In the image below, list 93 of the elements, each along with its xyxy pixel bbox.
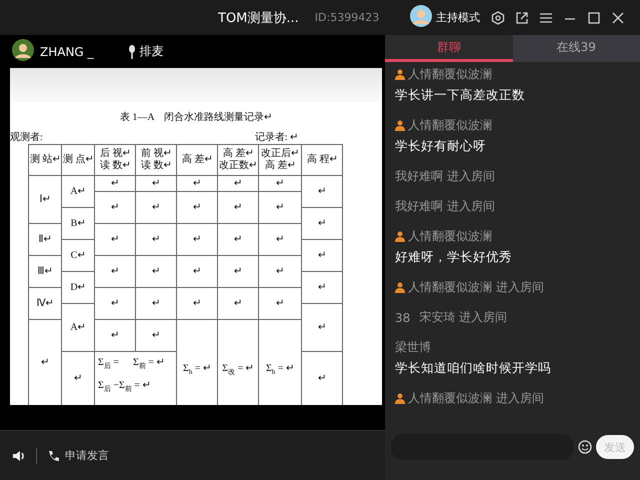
- settings-icon[interactable]: [491, 10, 505, 24]
- emoji-icon[interactable]: [578, 440, 592, 454]
- column-header: 改正后↵ 高 差↵: [259, 145, 301, 175]
- column-header: 高 差↵: [177, 145, 217, 175]
- microphone-icon: [128, 44, 136, 58]
- sum-formula: Σ$_{h}$ = ↵: [183, 363, 211, 378]
- table-cell: Ⅳ↵: [29, 288, 61, 319]
- table-cell: ↵: [95, 192, 135, 223]
- column-header: 测 站↵: [29, 145, 61, 175]
- table-cell: ↵: [136, 192, 176, 223]
- table-cell: ↵: [259, 256, 301, 287]
- table-cell: ↵: [218, 256, 258, 287]
- join-notice: 我好难啊 进入房间: [395, 198, 495, 215]
- table-cell: ↵: [302, 352, 342, 405]
- table-cell: ↵: [136, 176, 176, 191]
- sum-formula: Σ$_{后}$ −Σ$_{前}$ = ↵: [98, 379, 150, 395]
- chat-message: 学长好有耐心呀: [395, 138, 487, 155]
- table-cell: ↵: [177, 288, 217, 319]
- table-cell: ↵: [218, 288, 258, 319]
- table-cell: ↵: [95, 288, 135, 319]
- level-label: 38: [395, 310, 410, 324]
- table-cell: ↵: [136, 320, 176, 351]
- user-avatar-icon: [12, 39, 34, 64]
- table-cell: Ⅰ↵: [29, 176, 61, 223]
- sender-name: 人情翻覆似波澜: [408, 117, 492, 134]
- chat-tab[interactable]: 群聊: [385, 35, 512, 62]
- chat-tab[interactable]: 在线39: [512, 35, 640, 62]
- table-cell: ↵: [302, 240, 342, 271]
- table-cell: ↵: [136, 224, 176, 255]
- chat-message: 好难呀，学长好优秀: [395, 249, 513, 266]
- host-mode-label: 主持模式: [436, 10, 480, 25]
- room-id: ID:5399423: [314, 11, 380, 24]
- join-notice: 我好难啊 进入房间: [395, 168, 495, 185]
- join-notice: 人情翻覆似波澜 进入房间: [408, 390, 544, 407]
- column-header: 前 视↵ 读 数↵: [136, 145, 176, 175]
- table-cell: A↵: [62, 176, 94, 207]
- share-icon[interactable]: [515, 10, 529, 24]
- table-cell: B↵: [62, 208, 94, 239]
- table-cell: Ⅲ↵: [29, 256, 61, 287]
- table-cell: ↵: [218, 176, 258, 191]
- sum-formula: Σ$_{改}$ = ↵: [222, 363, 254, 378]
- speaker-icon[interactable]: [12, 448, 26, 462]
- close-icon[interactable]: [611, 10, 625, 24]
- request-speak-button[interactable]: 申请发言: [47, 448, 109, 463]
- table-cell: ↵: [136, 256, 176, 287]
- sum-formula: Σ$_{前}$ = ↵: [132, 356, 164, 372]
- table-cell: D↵: [62, 272, 94, 303]
- table-cell: ↵: [259, 192, 301, 223]
- join-notice: 宋安琦 进入房间: [419, 309, 508, 326]
- column-header: 高 差↵ 改正数↵: [218, 145, 258, 175]
- table-cell: ↵: [218, 224, 258, 255]
- table-cell: A↵: [62, 304, 94, 351]
- table-cell: ↵: [95, 176, 135, 191]
- table-cell: ↵: [62, 352, 94, 405]
- document-title: 表 1—A 闭合水准路线测量记录↵: [118, 110, 274, 124]
- table-cell: ↵: [302, 304, 342, 351]
- table-cell: ↵: [259, 224, 301, 255]
- table-cell: ↵: [95, 320, 135, 351]
- sum-formula: Σ$_{h}$ = ↵: [266, 363, 294, 378]
- queue-button[interactable]: 排麦: [128, 43, 164, 60]
- observer-label: 观测者:: [10, 130, 43, 144]
- table-cell: Ⅱ↵: [29, 224, 61, 255]
- sender-name: 人情翻覆似波澜: [408, 66, 492, 83]
- table-cell: ↵: [302, 208, 342, 239]
- table-cell: ↵: [95, 224, 135, 255]
- join-notice: 人情翻覆似波澜 进入房间: [408, 279, 544, 296]
- table-cell: ↵: [302, 176, 342, 207]
- table-cell: ↵: [302, 272, 342, 303]
- room-title: TOM测量协...: [218, 10, 299, 26]
- table-cell: ↵: [177, 224, 217, 255]
- sender-name: 梁世博: [395, 339, 431, 356]
- table-cell: ↵: [136, 288, 176, 319]
- column-header: 后 视↵ 读 数↵: [95, 145, 135, 175]
- table-cell: ↵: [259, 176, 301, 191]
- table-cell: ↵: [218, 192, 258, 223]
- table-cell: ↵: [177, 192, 217, 223]
- table-cell: C↵: [62, 240, 94, 271]
- maximize-icon[interactable]: [587, 10, 601, 24]
- sender-name: 人情翻覆似波澜: [408, 228, 492, 245]
- phone-icon: [47, 448, 61, 462]
- table-cell: ↵: [259, 288, 301, 319]
- table-cell: ↵: [177, 256, 217, 287]
- table-cell: ↵: [177, 176, 217, 191]
- recorder-label: 记录者: ↵: [254, 130, 298, 144]
- table-cell: ↵: [29, 320, 61, 405]
- table-cell: ↵: [95, 256, 135, 287]
- chat-message: 学长知道咱们啥时候开学吗: [395, 360, 552, 377]
- menu-icon[interactable]: [539, 10, 553, 24]
- sum-formula: Σ$_{后}$ =: [98, 356, 119, 372]
- column-header: 高 程↵: [302, 145, 342, 175]
- column-header: 测 点↵: [62, 145, 94, 175]
- chat-message: 学长讲一下高差改正数: [395, 87, 526, 104]
- presenter-name: ZHANG _: [40, 44, 94, 58]
